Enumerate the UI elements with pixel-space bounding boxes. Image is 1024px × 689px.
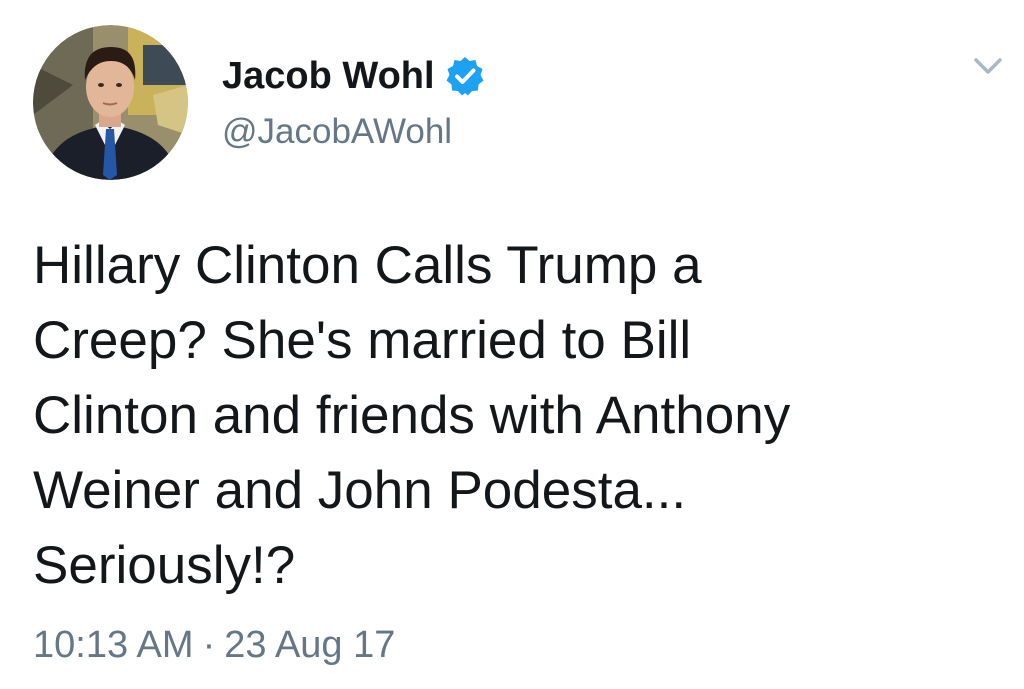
tweet-text-line: Weiner and John Podesta... [33, 461, 687, 520]
tweet-card: Jacob Wohl @JacobAWohl Hillary Clinton C… [0, 0, 1024, 689]
avatar[interactable] [33, 25, 188, 180]
timestamp-separator: · [202, 624, 216, 666]
verified-badge-icon [444, 55, 486, 97]
tweet-time: 10:13 AM [33, 624, 194, 666]
tweet-text-line: Hillary Clinton Calls Trump a [33, 236, 702, 295]
profile-photo-icon [33, 25, 188, 180]
tweet-timestamp[interactable]: 10:13 AM · 23 Aug 17 [33, 620, 395, 670]
tweet-date: 23 Aug 17 [224, 624, 396, 666]
tweet-text-line: Clinton and friends with Anthony [33, 386, 791, 445]
author-name-row: Jacob Wohl [222, 52, 486, 100]
display-name[interactable]: Jacob Wohl [222, 52, 435, 100]
tweet-text-line: Creep? She's married to Bill [33, 311, 692, 370]
tweet-text-line: Seriously!? [33, 536, 296, 595]
tweet-text: Hillary Clinton Calls Trump a Creep? She… [33, 228, 993, 603]
user-handle[interactable]: @JacobAWohl [222, 110, 452, 154]
chevron-down-icon[interactable] [968, 52, 1008, 82]
